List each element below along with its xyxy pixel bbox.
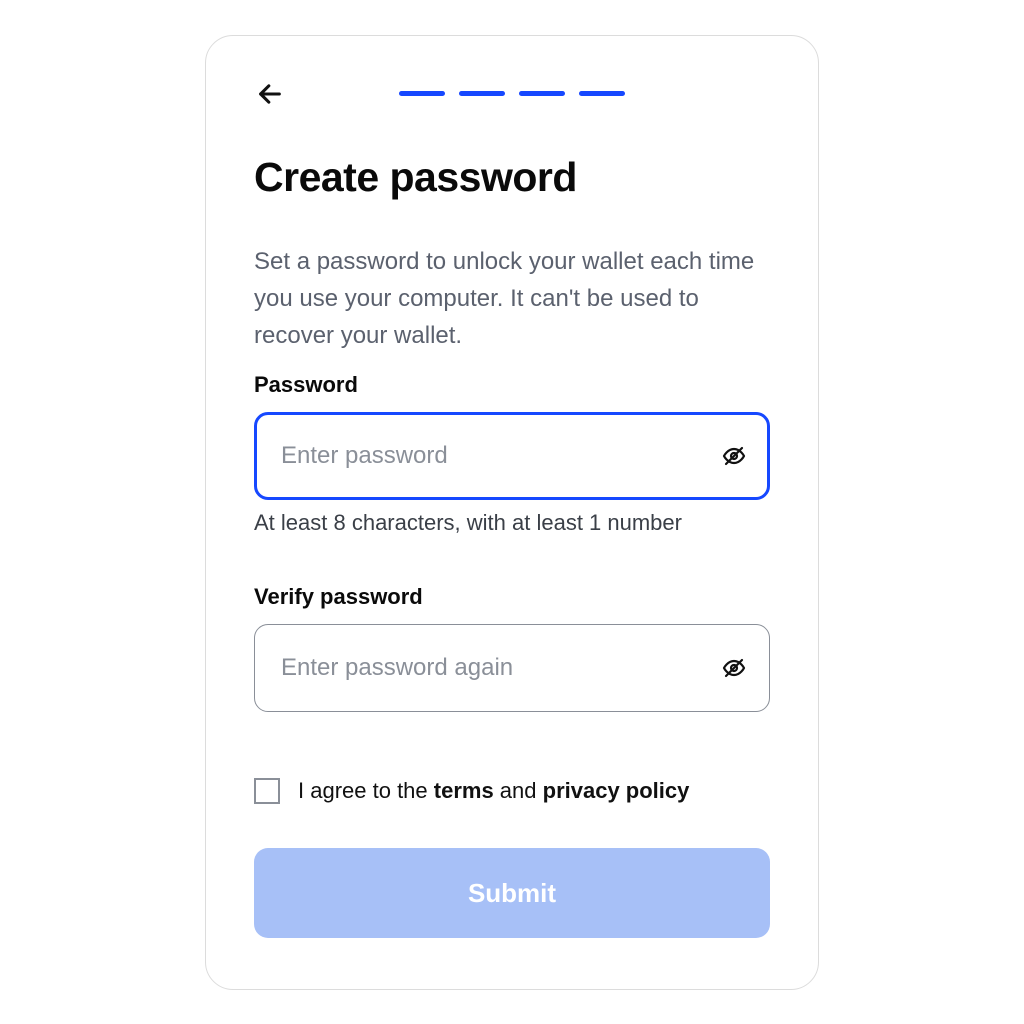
toggle-password-visibility[interactable] — [720, 442, 748, 470]
toggle-verify-visibility[interactable] — [720, 654, 748, 682]
progress-segment — [579, 91, 625, 96]
password-field-wrap — [254, 412, 770, 500]
top-bar — [254, 78, 770, 110]
consent-prefix: I agree to the — [298, 778, 434, 803]
verify-block: Verify password — [254, 584, 770, 722]
verify-password-input[interactable] — [254, 624, 770, 712]
progress-segment — [459, 91, 505, 96]
page-description: Set a password to unlock your wallet eac… — [254, 243, 770, 355]
verify-field-wrap — [254, 624, 770, 712]
verify-label: Verify password — [254, 584, 770, 610]
page-title: Create password — [254, 154, 770, 201]
consent-text: I agree to the terms and privacy policy — [298, 778, 689, 804]
progress-indicator — [254, 91, 770, 96]
privacy-link[interactable]: privacy policy — [543, 778, 690, 803]
password-hint: At least 8 characters, with at least 1 n… — [254, 510, 770, 536]
eye-off-icon — [722, 444, 746, 468]
progress-segment — [519, 91, 565, 96]
password-input[interactable] — [254, 412, 770, 500]
password-label: Password — [254, 372, 770, 398]
terms-link[interactable]: terms — [434, 778, 494, 803]
create-password-card: Create password Set a password to unlock… — [205, 35, 819, 990]
progress-segment — [399, 91, 445, 96]
consent-row: I agree to the terms and privacy policy — [254, 778, 770, 804]
submit-button[interactable]: Submit — [254, 848, 770, 938]
consent-checkbox[interactable] — [254, 778, 280, 804]
eye-off-icon — [722, 656, 746, 680]
consent-middle: and — [494, 778, 543, 803]
